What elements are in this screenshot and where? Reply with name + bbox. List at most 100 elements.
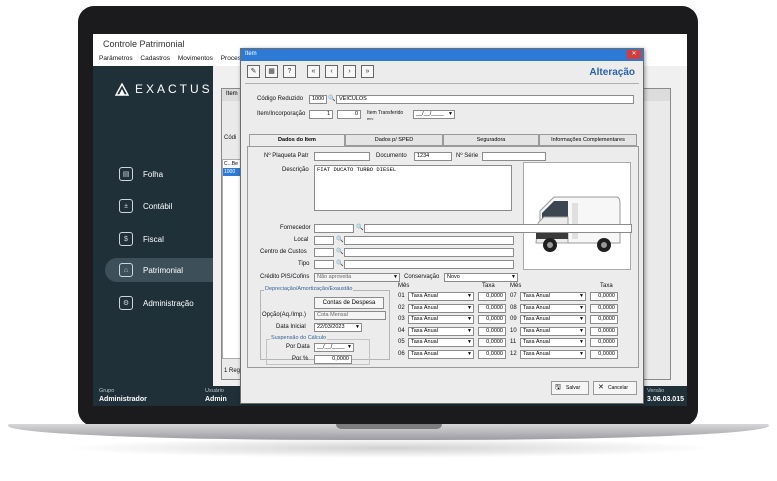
credito-pis-cofins-select[interactable]: Não aproveita — [314, 273, 400, 282]
rate-value-field[interactable]: 0,0000 — [478, 338, 506, 348]
cancelar-button[interactable]: ✕ Cancelar — [593, 381, 637, 395]
tab-dados-sped[interactable]: Dados p/ SPED — [345, 134, 443, 146]
rate-type-select[interactable]: Taxa Anual — [520, 292, 586, 301]
conservacao-label: Conservação — [404, 274, 440, 280]
building-icon: ⌂ — [119, 263, 133, 277]
centro-custos-code[interactable] — [314, 248, 334, 257]
sidebar-item-label: Contábil — [143, 201, 173, 211]
menu-item-cadastros[interactable]: Cadastros — [140, 55, 170, 62]
chevron-down-icon[interactable]: ▼ — [346, 344, 353, 351]
chevron-down-icon[interactable]: ▼ — [578, 293, 585, 300]
chevron-down-icon[interactable]: ▼ — [466, 339, 473, 346]
documento-label: Documento — [376, 153, 407, 159]
plaqueta-field[interactable] — [314, 152, 370, 161]
rate-value-field[interactable]: 0,0000 — [478, 292, 506, 301]
rate-value-field[interactable]: 0,0000 — [478, 326, 506, 336]
descricao-textarea[interactable]: FIAT DUCATO TURBO DIESEL — [314, 165, 512, 211]
fornecedor-code[interactable] — [314, 224, 354, 233]
next-record-icon[interactable]: › — [343, 65, 356, 78]
item-dialog: Item ✕ ✎ ▦ ? « ‹ › » Alteração Código Re… — [240, 48, 644, 404]
rate-type-select[interactable]: Taxa Anual — [408, 303, 474, 313]
centro-custos-label: Centro de Custos — [260, 249, 307, 255]
rate-value-field[interactable]: 0,0000 — [478, 315, 506, 325]
sidebar-item-contabil[interactable]: ± Contábil — [105, 194, 213, 218]
rate-value-field[interactable]: 0,0000 — [478, 350, 506, 359]
lookup-icon[interactable]: 🔍 — [336, 248, 343, 257]
rate-type-select[interactable]: Taxa Anual — [408, 350, 474, 359]
rate-type-select[interactable]: Taxa Anual — [520, 338, 586, 348]
chevron-down-icon[interactable]: ▼ — [578, 351, 585, 358]
sidebar-item-label: Fiscal — [143, 234, 164, 244]
rate-type-select[interactable]: Taxa Anual — [408, 326, 474, 336]
rate-value-field[interactable]: 0,0000 — [590, 303, 618, 313]
chevron-down-icon[interactable]: ▼ — [466, 293, 473, 300]
chevron-down-icon[interactable]: ▼ — [578, 328, 585, 335]
rate-value-field[interactable]: 0,0000 — [590, 292, 618, 301]
chevron-down-icon[interactable]: ▼ — [392, 274, 399, 281]
codigo-reduzido-field[interactable]: 1000 — [309, 95, 327, 104]
chevron-down-icon[interactable]: ▼ — [466, 316, 473, 323]
chevron-down-icon[interactable]: ▼ — [466, 351, 473, 358]
codigo-reduzido-description[interactable]: VEICULOS — [336, 95, 634, 104]
sidebar-item-patrimonial[interactable]: ⌂ Patrimonial — [105, 258, 213, 282]
centro-custos-name[interactable] — [344, 248, 514, 257]
item-photo[interactable] — [523, 162, 631, 270]
rate-value-field[interactable]: 0,0000 — [590, 315, 618, 325]
lookup-icon[interactable]: 🔍 — [356, 224, 363, 233]
last-record-icon[interactable]: » — [361, 65, 374, 78]
item-field[interactable]: 1 — [309, 110, 333, 119]
menu-item-parametros[interactable]: Parâmetros — [99, 55, 133, 62]
group-label: Grupo — [99, 388, 115, 394]
rate-type-select[interactable]: Taxa Anual — [408, 338, 474, 348]
rate-type-select[interactable]: Taxa Anual — [520, 350, 586, 359]
documento-field[interactable]: 1234 — [414, 152, 452, 161]
rate-type-select[interactable]: Taxa Anual — [520, 315, 586, 325]
chevron-down-icon[interactable]: ▼ — [466, 328, 473, 335]
sidebar-item-administracao[interactable]: ⚙ Administração — [105, 291, 213, 315]
rate-type-select[interactable]: Taxa Anual — [408, 292, 474, 301]
chevron-down-icon[interactable]: ▼ — [466, 305, 473, 312]
chevron-down-icon[interactable]: ▼ — [447, 111, 454, 118]
tipo-code[interactable] — [314, 260, 334, 269]
lookup-icon[interactable]: 🔍 — [328, 95, 335, 104]
salvar-button[interactable]: 🖫 Salvar — [551, 381, 589, 395]
calculator-icon[interactable]: ▦ — [265, 65, 278, 78]
rate-type-select[interactable]: Taxa Anual — [520, 303, 586, 313]
conservacao-select[interactable]: Novo — [444, 273, 518, 282]
user-value: Admin — [205, 396, 227, 403]
local-code[interactable] — [314, 236, 334, 245]
contas-despesa-button[interactable]: Contas de Despesa — [314, 297, 384, 309]
chevron-down-icon[interactable]: ▼ — [578, 339, 585, 346]
serie-field[interactable] — [482, 152, 546, 161]
menu-item-movimentos[interactable]: Movimentos — [178, 55, 213, 62]
previous-record-icon[interactable]: ‹ — [325, 65, 338, 78]
first-record-icon[interactable]: « — [307, 65, 320, 78]
rate-value-field[interactable]: 0,0000 — [478, 303, 506, 313]
rate-value-field[interactable]: 0,0000 — [590, 350, 618, 359]
lookup-icon[interactable]: 🔍 — [336, 260, 343, 269]
help-icon[interactable]: ? — [283, 65, 296, 78]
rate-value-field[interactable]: 0,0000 — [590, 326, 618, 336]
por-pct-field[interactable]: 0,0000 — [314, 355, 352, 364]
sidebar-item-fiscal[interactable]: $ Fiscal — [105, 227, 213, 251]
tab-seguradora[interactable]: Seguradora — [443, 134, 539, 146]
close-button[interactable]: ✕ — [627, 50, 641, 59]
tab-informacoes-complementares[interactable]: Informações Complementares — [539, 134, 637, 146]
rate-type-select[interactable]: Taxa Anual — [408, 315, 474, 325]
rate-value-field[interactable]: 0,0000 — [590, 338, 618, 348]
chevron-down-icon[interactable]: ▼ — [354, 324, 361, 331]
sidebar-item-folha[interactable]: ▤ Folha — [105, 162, 213, 186]
opcao-field[interactable]: Cota Mensal — [314, 311, 386, 320]
chevron-down-icon[interactable]: ▼ — [510, 274, 517, 281]
chevron-down-icon[interactable]: ▼ — [578, 316, 585, 323]
incorporacao-field[interactable]: 0 — [337, 110, 361, 119]
descricao-label: Descrição — [282, 167, 309, 173]
lookup-icon[interactable]: 🔍 — [336, 236, 343, 245]
edit-icon[interactable]: ✎ — [247, 65, 260, 78]
local-name[interactable] — [344, 236, 514, 245]
codigo-reduzido-label: Código Reduzido — [257, 96, 304, 102]
tipo-name[interactable] — [344, 260, 514, 269]
fornecedor-name[interactable] — [364, 224, 632, 233]
rate-type-select[interactable]: Taxa Anual — [520, 326, 586, 336]
chevron-down-icon[interactable]: ▼ — [578, 305, 585, 312]
